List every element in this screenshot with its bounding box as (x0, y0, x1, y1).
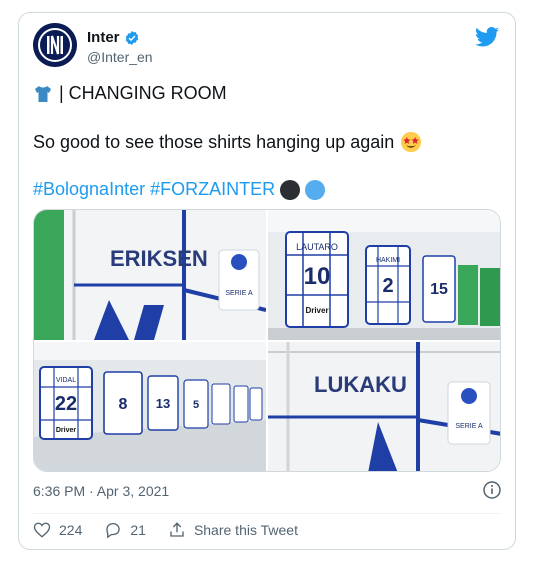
like-count: 224 (59, 522, 83, 538)
star-struck-emoji-icon (401, 131, 422, 153)
media-grid: SERIE A ERIKSEN LAUTARO 10 Driver HAKIMI… (33, 209, 501, 472)
photo3-num-1: 22 (55, 393, 77, 415)
blue-circle-emoji-icon (305, 179, 326, 200)
photo-shirts-row-1[interactable]: LAUTARO 10 Driver HAKIMI 2 15 (268, 210, 500, 340)
photo2-num-2: 2 (382, 275, 393, 297)
display-name[interactable]: Inter (87, 29, 140, 46)
photo1-name-text: ERIKSEN (110, 246, 208, 271)
shirt-emoji-icon (35, 85, 51, 102)
black-circle-emoji-icon (280, 179, 301, 200)
photo-lukaku-shirt[interactable]: SERIE A LUKAKU (268, 342, 500, 471)
tweet-line-2-text: So good to see those shirts hanging up a… (33, 131, 395, 152)
photo2-num-1: 10 (304, 263, 331, 290)
photo3-name-1: VIDAL (56, 377, 76, 384)
info-icon[interactable] (483, 481, 501, 499)
photo-eriksen-shirt[interactable]: SERIE A ERIKSEN (34, 210, 266, 340)
photo3-sponsor: Driver (56, 427, 77, 434)
handle[interactable]: @Inter_en (87, 49, 153, 65)
tweet-line-2: So good to see those shirts hanging up a… (33, 131, 422, 153)
photo1-badge-text: SERIE A (225, 290, 253, 297)
tweet-line-1: | CHANGING ROOM (33, 83, 227, 104)
share-icon[interactable] (168, 521, 186, 539)
photo-shirts-row-2[interactable]: VIDAL 22 Driver 8 13 5 (34, 342, 266, 471)
photo4-name-text: LUKAKU (314, 372, 407, 397)
verified-badge-icon (125, 30, 138, 45)
reply-count: 21 (130, 522, 146, 538)
photo2-sponsor: Driver (305, 306, 328, 315)
tweet-timestamp[interactable]: 6:36 PM · Apr 3, 2021 (33, 483, 169, 499)
hashtag-bolognainter[interactable]: #BolognaInter (33, 179, 145, 200)
share-action[interactable]: Share this Tweet (168, 521, 298, 539)
inter-logo-icon[interactable] (33, 23, 77, 67)
tweet-line-1-text: | CHANGING ROOM (59, 83, 227, 103)
tweet-card: Inter @Inter_en | CHANGING ROOM So good … (18, 12, 516, 550)
heart-icon[interactable] (33, 521, 51, 539)
display-name-text[interactable]: Inter (87, 29, 120, 46)
photo3-num-2: 8 (119, 396, 128, 413)
reply-icon[interactable] (104, 521, 122, 539)
tweet-line-3: #BolognaInter #FORZAINTER (33, 179, 326, 200)
hashtag-forzainter[interactable]: #FORZAINTER (150, 179, 275, 200)
photo3-num-4: 5 (193, 399, 199, 411)
photo3-num-3: 13 (156, 396, 170, 411)
reply-action[interactable]: 21 (104, 521, 146, 539)
photo2-name-2: HAKIMI (376, 257, 400, 264)
photo4-badge-text: SERIE A (455, 423, 483, 430)
like-action[interactable]: 224 (33, 521, 82, 539)
photo2-name-1: LAUTARO (296, 242, 338, 252)
twitter-bird-icon[interactable] (475, 27, 499, 47)
tweet-actions: 224 21 Share this Tweet (33, 521, 320, 539)
photo2-num-3: 15 (430, 281, 448, 298)
divider (33, 513, 501, 514)
share-label[interactable]: Share this Tweet (194, 522, 298, 538)
